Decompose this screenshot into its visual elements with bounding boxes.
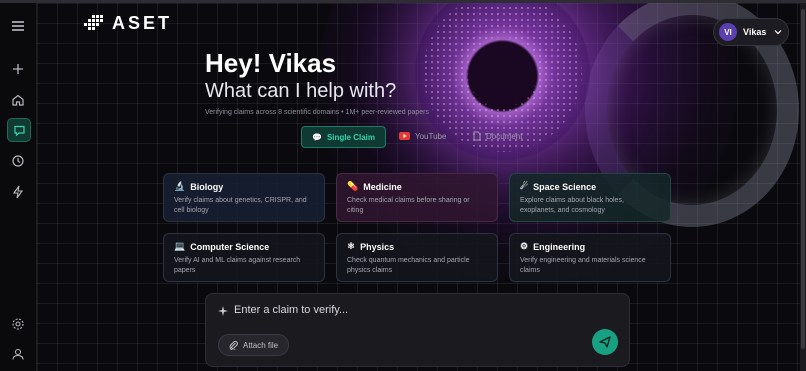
history-button[interactable] <box>6 149 30 173</box>
card-description: Check medical claims before sharing or c… <box>347 197 470 214</box>
card-description: Verify engineering and materials science… <box>520 257 646 274</box>
domain-card-space-science[interactable]: ☄ Space Science Explore claims about blac… <box>509 173 671 222</box>
logo[interactable]: ASET <box>82 13 172 34</box>
settings-icon <box>12 318 24 330</box>
subtitle: What can I help with? <box>205 80 397 102</box>
card-description: Explore claims about black holes, exopla… <box>520 197 624 214</box>
settings-button[interactable] <box>6 312 30 336</box>
computer-icon: 💻 <box>174 241 186 251</box>
gear-icon: ⚙ <box>520 241 529 251</box>
chat-button[interactable] <box>7 118 31 142</box>
chat-bubble-icon: 💬 <box>312 132 322 142</box>
card-description: Verify AI and ML claims against research… <box>174 257 301 274</box>
domain-card-biology[interactable]: 🔬 Biology Verify claims about genetics, C… <box>163 173 325 222</box>
tab-youtube[interactable]: YouTube <box>389 126 456 146</box>
tab-label: Document <box>486 131 523 141</box>
card-description: Verify claims about genetics, CRISPR, an… <box>174 197 307 214</box>
domain-card-physics[interactable]: ⚛ Physics Check quantum mechanics and par… <box>336 233 498 282</box>
sidebar <box>0 3 37 371</box>
domain-card-medicine[interactable]: 💊 Medicine Check medical claims before sh… <box>336 173 498 222</box>
menu-icon[interactable] <box>6 14 30 38</box>
logo-text: ASET <box>112 13 173 33</box>
attach-file-button[interactable]: Attach file <box>218 334 290 356</box>
send-icon <box>599 336 611 348</box>
paperclip-icon <box>229 340 238 350</box>
document-icon <box>473 131 481 141</box>
caption: Verifying claims across 8 scientific dom… <box>205 109 430 116</box>
card-description: Check quantum mechanics and particle phy… <box>347 257 470 274</box>
sparkle-icon <box>218 306 228 316</box>
plus-icon <box>13 64 23 74</box>
chat-icon <box>13 125 25 136</box>
avatar: VI <box>719 23 737 41</box>
user-name: Vikas <box>743 27 767 37</box>
domain-card-engineering[interactable]: ⚙ Engineering Verify engineering and mate… <box>509 233 671 282</box>
youtube-icon <box>399 132 410 140</box>
scrollbar[interactable] <box>800 3 806 371</box>
scrollbar-thumb[interactable] <box>801 9 805 349</box>
history-icon <box>12 155 24 167</box>
chevron-down-icon <box>774 30 782 35</box>
claim-input-panel: Enter a claim to verify... Attach file <box>205 293 630 367</box>
tab-label: Single Claim <box>326 132 375 142</box>
tab-single-claim[interactable]: 💬 Single Claim <box>301 126 386 148</box>
microscope-icon: 🔬 <box>174 181 186 191</box>
card-title: Space Science <box>533 181 597 192</box>
quick-actions-button[interactable] <box>6 180 30 204</box>
card-title: Medicine <box>363 181 402 192</box>
profile-button[interactable] <box>6 342 30 366</box>
home-button[interactable] <box>6 88 30 112</box>
logo-icon <box>84 14 103 30</box>
card-title: Physics <box>360 241 395 252</box>
claim-input[interactable]: Enter a claim to verify... <box>234 304 348 316</box>
main-area: ASET VI Vikas Hey! Vikas What can I help… <box>37 3 800 371</box>
comet-icon: ☄ <box>520 181 529 191</box>
user-icon <box>12 348 24 360</box>
pill-icon: 💊 <box>347 181 359 191</box>
home-icon <box>12 94 24 106</box>
send-button[interactable] <box>592 329 618 355</box>
card-title: Engineering <box>533 241 586 252</box>
tab-document[interactable]: Document <box>463 126 532 146</box>
lightning-icon <box>12 185 24 199</box>
card-title: Biology <box>190 181 224 192</box>
greeting-heading: Hey! Vikas <box>205 48 337 78</box>
user-menu[interactable]: VI Vikas <box>713 18 789 46</box>
atom-icon: ⚛ <box>347 241 356 251</box>
tab-label: YouTube <box>415 131 447 141</box>
new-chat-button[interactable] <box>6 57 30 81</box>
attach-label: Attach file <box>243 340 279 350</box>
card-title: Computer Science <box>190 241 270 252</box>
domain-card-computer-science[interactable]: 💻 Computer Science Verify AI and ML claim… <box>163 233 325 282</box>
